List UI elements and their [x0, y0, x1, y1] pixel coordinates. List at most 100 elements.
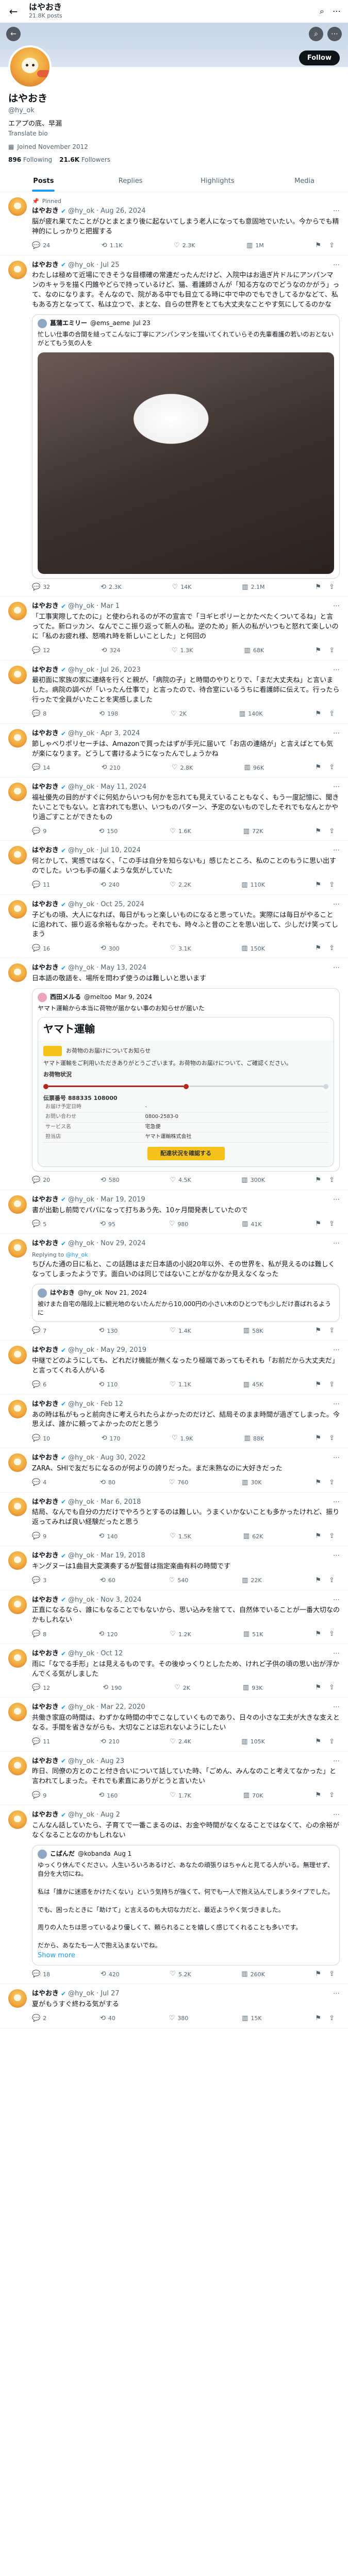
- tweet-author-handle[interactable]: @hy_ok: [68, 1400, 94, 1410]
- tweet[interactable]: はやおき ✔ @hy_ok · Jul 27 ⋯ 夏がもうすぐ終わる気がする 💬 2 ⟲ 40 ♡ 38…: [0, 1984, 348, 2028]
- more-icon[interactable]: ⋯: [333, 1649, 340, 1659]
- tweet[interactable]: はやおき ✔ @hy_ok · Mar 19, 2018 ⋯ キングヌーは1曲目大変演奏する…: [0, 1546, 348, 1590]
- more-icon[interactable]: ⋯: [333, 1453, 340, 1463]
- translate-bio-link[interactable]: Translate bio: [8, 129, 340, 138]
- tweet-date[interactable]: May 29, 2019: [101, 1346, 146, 1355]
- bookmark-button[interactable]: ⚑ ⇪: [315, 1683, 335, 1693]
- tweet[interactable]: はやおき ✔ @hy_ok · Oct 12 ⋯ 雨に「なでる手形」とは見えるものです。その…: [0, 1644, 348, 1698]
- tweet-author-handle[interactable]: @hy_ok: [68, 1453, 94, 1463]
- tweet-author-name[interactable]: はやおき: [32, 1346, 59, 1355]
- like-button[interactable]: ♡ 2.2K: [170, 880, 191, 890]
- views-button[interactable]: ▥ 105K: [241, 1737, 265, 1747]
- quoted-tweet[interactable]: 西田メルる @meltoo Mar 9, 2024 ヤマト運輸から本当に荷物が届かない…: [32, 988, 340, 1172]
- tweet[interactable]: はやおき ✔ @hy_ok · Apr 3, 2024 ⋯ 節しゃべりポリセーチは、Amaz…: [0, 724, 348, 778]
- repost-button[interactable]: ⟲ 324: [102, 646, 121, 656]
- tab-posts[interactable]: Posts: [0, 171, 87, 192]
- bookmark-button[interactable]: ⚑ ⇪: [315, 763, 335, 773]
- quoted-tweet[interactable]: はやおき @hy_ok Nov 21, 2024 被けまた自宅の階段上に観光地のないた…: [32, 1283, 340, 1323]
- like-button[interactable]: ♡ 380: [169, 2014, 189, 2024]
- like-button[interactable]: ♡ 1.1K: [170, 1380, 191, 1390]
- more-icon[interactable]: ⋯: [333, 1551, 340, 1561]
- tweet-author-handle[interactable]: @hy_ok: [68, 1498, 94, 1507]
- tweet[interactable]: 📌 Pinned はやおき ✔ @hy_ok · Aug 26, 2024 ⋯ 脳が疲れ果てたこ…: [0, 192, 348, 256]
- more-icon[interactable]: ⋯: [333, 1239, 340, 1249]
- banner-search-button[interactable]: ⌕: [309, 27, 323, 41]
- reply-button[interactable]: 💬 12: [32, 646, 50, 656]
- tweet-author-name[interactable]: はやおき: [32, 900, 59, 910]
- tweet-date[interactable]: Aug 26, 2024: [101, 207, 145, 216]
- repost-button[interactable]: ⟲ 110: [98, 1380, 118, 1390]
- reply-button[interactable]: 💬 16: [32, 944, 50, 954]
- tweet-date[interactable]: Mar 6, 2018: [101, 1498, 141, 1507]
- tweet[interactable]: はやおき ✔ @hy_ok · May 13, 2024 ⋯ 日本語の敬語を、場所を問わず使…: [0, 958, 348, 1190]
- tweet[interactable]: はやおき ✔ @hy_ok · Oct 25, 2024 ⋯ 子どもの頃、大人になれば、毎日…: [0, 895, 348, 959]
- reply-button[interactable]: 💬 8: [32, 1630, 46, 1639]
- bookmark-button[interactable]: ⚑ ⇪: [315, 646, 335, 656]
- back-button[interactable]: ←: [7, 4, 20, 19]
- tweet-date[interactable]: Aug 23: [101, 1757, 124, 1767]
- views-button[interactable]: ▥ 22K: [242, 1576, 262, 1586]
- more-icon[interactable]: ⋯: [333, 1989, 340, 1999]
- reply-button[interactable]: 💬 10: [32, 1434, 50, 1444]
- tweet[interactable]: はやおき ✔ @hy_ok · Feb 12 ⋯ あの時は私がもっと前向きに考えられたらよか…: [0, 1395, 348, 1449]
- tab-highlights[interactable]: Highlights: [174, 171, 261, 192]
- tweet-author-name[interactable]: はやおき: [32, 1649, 59, 1659]
- like-button[interactable]: ♡ 540: [169, 1576, 189, 1586]
- more-icon[interactable]: ⋯: [333, 602, 340, 612]
- tweet-author-name[interactable]: はやおき: [32, 1551, 59, 1561]
- bookmark-button[interactable]: ⚑ ⇪: [315, 1478, 335, 1488]
- avatar[interactable]: [8, 602, 27, 621]
- like-button[interactable]: ♡ 2.3K: [174, 241, 195, 251]
- like-button[interactable]: ♡ 5.2K: [170, 1970, 191, 1979]
- tweet-author-handle[interactable]: @hy_ok: [68, 261, 94, 270]
- views-button[interactable]: ▥ 260K: [241, 1970, 265, 1979]
- reply-button[interactable]: 💬 12: [32, 1683, 50, 1693]
- avatar[interactable]: [8, 260, 27, 279]
- views-button[interactable]: ▥ 62K: [243, 1532, 263, 1541]
- bookmark-button[interactable]: ⚑ ⇪: [315, 1176, 335, 1185]
- repost-button[interactable]: ⟲ 40: [100, 2014, 115, 2024]
- tweet-date[interactable]: Jul 25: [101, 261, 119, 270]
- views-button[interactable]: ▥ 30K: [242, 1478, 262, 1488]
- show-more-link[interactable]: Show more: [38, 1951, 334, 1961]
- like-button[interactable]: ♡ 1.4K: [170, 1326, 191, 1336]
- tweet-author-name[interactable]: はやおき: [32, 1596, 59, 1605]
- bookmark-button[interactable]: ⚑ ⇪: [315, 1970, 335, 1979]
- tweet-author-name[interactable]: はやおき: [32, 846, 59, 856]
- reply-button[interactable]: 💬 32: [32, 583, 50, 592]
- tweet-author-name[interactable]: はやおき: [32, 602, 59, 612]
- tweet-author-name[interactable]: はやおき: [32, 1195, 59, 1205]
- tweet-author-handle[interactable]: @hy_ok: [68, 729, 94, 739]
- tweet-author-handle[interactable]: @hy_ok: [68, 1551, 94, 1561]
- avatar[interactable]: [8, 963, 27, 982]
- quoted-tweet[interactable]: 菖蒲エミリー @ems_aeme Jul 23 忙しい仕事の合間を縫ってこんなに丁寧に…: [32, 314, 340, 579]
- more-icon[interactable]: ⋯: [333, 1703, 340, 1713]
- like-button[interactable]: ♡ 1.9K: [172, 1434, 193, 1444]
- tweet-date[interactable]: May 11, 2024: [101, 783, 146, 792]
- more-icon[interactable]: ⋯: [333, 207, 340, 216]
- avatar[interactable]: [8, 1453, 27, 1472]
- profile-avatar[interactable]: [8, 45, 52, 89]
- tweet-author-handle[interactable]: @hy_ok: [68, 963, 94, 973]
- like-button[interactable]: ♡ 1.2K: [170, 1630, 191, 1639]
- repost-button[interactable]: ⟲ 170: [102, 1434, 121, 1444]
- more-icon[interactable]: ⋯: [333, 1757, 340, 1767]
- tweet[interactable]: はやおき ✔ @hy_ok · May 29, 2019 ⋯ 中継でどのようにしても、どれだ…: [0, 1341, 348, 1395]
- avatar[interactable]: [8, 1551, 27, 1570]
- tweet-author-name[interactable]: はやおき: [32, 1703, 59, 1713]
- bookmark-button[interactable]: ⚑ ⇪: [315, 827, 335, 837]
- tweet-author-name[interactable]: はやおき: [32, 1989, 59, 1999]
- tweet-author-name[interactable]: はやおき: [32, 783, 59, 792]
- like-button[interactable]: ♡ 14K: [172, 583, 192, 592]
- tweet[interactable]: はやおき ✔ @hy_ok · Nov 29, 2024 ⋯ Replying to @hy…: [0, 1234, 348, 1341]
- repost-button[interactable]: ⟲ 190: [103, 1683, 122, 1693]
- repost-button[interactable]: ⟲ 210: [102, 763, 121, 773]
- tweet-author-name[interactable]: はやおき: [32, 1453, 59, 1463]
- more-icon[interactable]: ⋯: [333, 900, 340, 910]
- views-button[interactable]: ▥ 1M: [246, 241, 264, 251]
- tweet-date[interactable]: Mar 19, 2019: [101, 1195, 145, 1205]
- tweet-photo[interactable]: [38, 352, 334, 574]
- tweet-author-handle[interactable]: @hy_ok: [68, 1195, 94, 1205]
- repost-button[interactable]: ⟲ 240: [101, 880, 120, 890]
- tweet[interactable]: はやおき ✔ @hy_ok · Mar 19, 2019 ⋯ 書が出勤し前問でパパになって打…: [0, 1190, 348, 1234]
